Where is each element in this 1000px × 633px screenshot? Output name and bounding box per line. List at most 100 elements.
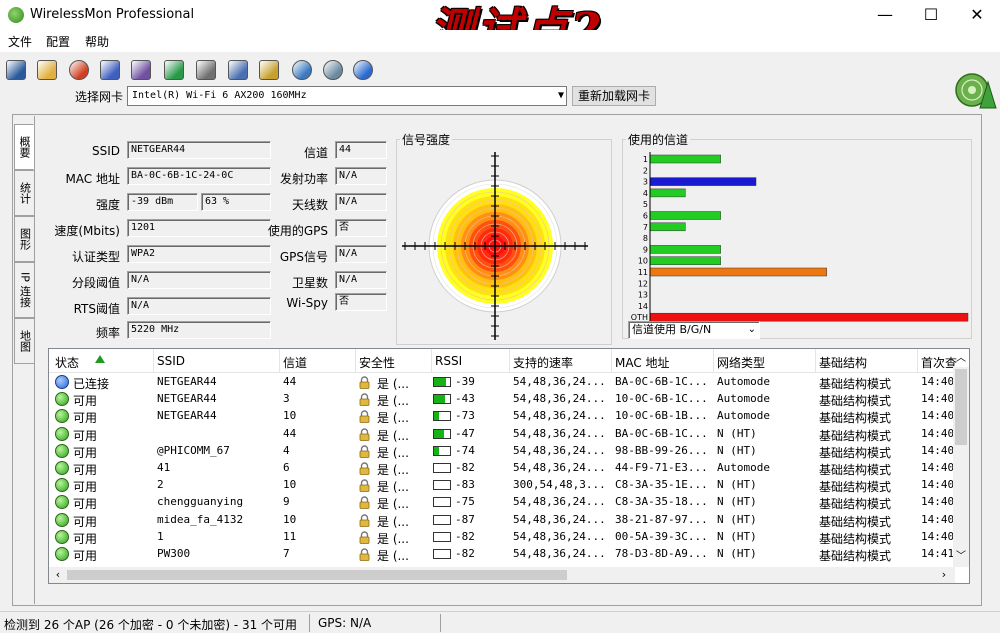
- adapter-select[interactable]: Intel(R) Wi-Fi 6 AX200 160MHz ▼: [127, 86, 567, 106]
- table-row[interactable]: 可用 2 10 是 (... -83 300,54,48,3... C8-3A-35-1E.…: [49, 477, 959, 494]
- infrastructure-cell: 基础结构模式: [819, 428, 892, 443]
- chevron-down-icon[interactable]: ⌄: [748, 322, 756, 338]
- status-cell: 可用: [73, 428, 98, 443]
- first-seen-cell: 14:40:: [921, 409, 957, 423]
- print-icon[interactable]: [193, 57, 219, 83]
- column-divider[interactable]: [279, 349, 280, 373]
- column-header[interactable]: 网络类型: [717, 354, 765, 371]
- txpower-label: 发射功率: [279, 172, 328, 186]
- security-cell: 是 (...: [377, 394, 409, 409]
- menu-file[interactable]: 文件: [8, 33, 32, 50]
- network-alt-icon: [131, 60, 151, 80]
- network-type-cell: Automode: [717, 375, 770, 388]
- mac-cell: BA-0C-6B-1C...: [615, 426, 708, 440]
- play-icon[interactable]: [161, 57, 187, 83]
- menu-config[interactable]: 配置: [46, 33, 70, 50]
- save-icon[interactable]: [3, 57, 29, 83]
- table-row[interactable]: 可用 1 11 是 (... -82 54,48,36,24... 00-5A-39-3C.…: [49, 529, 959, 546]
- network-type-cell: Automode: [717, 409, 770, 423]
- help-icon[interactable]: [350, 57, 376, 83]
- horizontal-scroll-thumb[interactable]: [67, 570, 567, 580]
- table-row[interactable]: 已连接 NETGEAR44 44 是 (... -39 54,48,36,24... BA-…: [49, 374, 959, 391]
- column-divider[interactable]: [153, 349, 154, 373]
- channel-tick-label: 9: [643, 245, 648, 254]
- wirelessmon-app-icon: [8, 7, 24, 23]
- column-header[interactable]: 首次查: [921, 354, 957, 371]
- channels-bar-chart: 1234567891011121314OTH: [631, 152, 969, 322]
- chevron-down-icon[interactable]: ▼: [558, 87, 564, 105]
- column-divider[interactable]: [713, 349, 714, 373]
- column-divider[interactable]: [611, 349, 612, 373]
- channel-tick-label: 2: [643, 166, 648, 175]
- status-cell: 可用: [73, 531, 98, 546]
- table-row[interactable]: 可用 41 6 是 (... -82 54,48,36,24... 44-F9-71-E3.…: [49, 460, 959, 477]
- checklist-icon[interactable]: [225, 57, 251, 83]
- mac-cell: 00-5A-39-3C...: [615, 529, 708, 543]
- horizontal-scrollbar[interactable]: ‹ ›: [49, 567, 955, 583]
- available-status-icon: [55, 495, 69, 510]
- status-cell: 可用: [73, 445, 98, 460]
- open-folder-icon: [37, 60, 57, 80]
- reload-adapter-button[interactable]: 重新加载网卡: [572, 86, 656, 106]
- scroll-up-icon[interactable]: ︿: [953, 351, 969, 367]
- scroll-right-icon[interactable]: ›: [937, 567, 951, 583]
- table-row[interactable]: 可用 44 是 (... -47 54,48,36,24... BA-0C-6B-1C..…: [49, 426, 959, 443]
- column-divider[interactable]: [917, 349, 918, 373]
- channel-cell: 10: [283, 478, 297, 492]
- rssi-meter: [433, 394, 451, 405]
- table-row[interactable]: 可用 NETGEAR44 10 是 (... -73 54,48,36,24... 10-0…: [49, 408, 959, 425]
- column-divider[interactable]: [355, 349, 356, 373]
- column-header[interactable]: 支持的速率: [513, 354, 573, 371]
- maximize-button[interactable]: ☐: [908, 0, 954, 30]
- channel-tick-label: 11: [638, 268, 648, 277]
- vertical-scroll-thumb[interactable]: [955, 369, 967, 445]
- menu-help[interactable]: 帮助: [85, 33, 109, 50]
- ap-list[interactable]: 状态 SSID 信道 安全性 RSSI 支持的速率 MAC 地址 网络类型 基础结构 首次查 已连…: [48, 348, 970, 584]
- infrastructure-cell: 基础结构模式: [819, 497, 892, 512]
- column-header[interactable]: RSSI: [435, 354, 462, 368]
- wispy-label: Wi-Spy: [286, 296, 328, 310]
- close-button[interactable]: ✕: [954, 0, 1000, 30]
- table-row[interactable]: 可用 @PHICOMM_67 4 是 (... -74 54,48,36,24... 98-…: [49, 443, 959, 460]
- ssid-cell: NETGEAR44: [157, 392, 217, 406]
- wirelessmon-logo-icon: [955, 73, 997, 109]
- channel-filter-select[interactable]: 信道使用 B/G/N ⌄: [628, 321, 760, 339]
- column-header[interactable]: 信道: [283, 354, 307, 371]
- table-row[interactable]: 可用 midea_fa_4132 10 是 (... -87 54,48,36,24...…: [49, 512, 959, 529]
- column-header[interactable]: MAC 地址: [615, 354, 670, 371]
- column-header[interactable]: 状态: [55, 354, 79, 371]
- clipboard-icon[interactable]: [256, 57, 282, 83]
- record-icon[interactable]: [66, 57, 92, 83]
- rates-cell: 54,48,36,24...: [513, 426, 606, 440]
- network-alt-icon[interactable]: [128, 57, 154, 83]
- channel-cell: 4: [283, 443, 290, 457]
- vertical-scrollbar[interactable]: ︿ ﹀: [953, 353, 969, 567]
- column-header[interactable]: SSID: [157, 354, 185, 368]
- column-divider[interactable]: [815, 349, 816, 373]
- column-header[interactable]: 安全性: [359, 354, 395, 371]
- globe-icon[interactable]: [289, 57, 315, 83]
- first-seen-cell: 14:40:: [921, 375, 957, 388]
- chat-icon[interactable]: [320, 57, 346, 83]
- play-icon: [164, 60, 184, 80]
- table-row[interactable]: 可用 chengguanying 9 是 (... -75 54,48,36,24... C…: [49, 494, 959, 511]
- channel-tick-label: 12: [638, 279, 648, 288]
- channel-bar: [649, 188, 686, 198]
- strength-label: 强度: [95, 198, 120, 212]
- channel-field: 44: [335, 141, 387, 159]
- network-icon[interactable]: [97, 57, 123, 83]
- ssid-cell: chengguanying: [157, 495, 244, 509]
- table-row[interactable]: 可用 PW300 7 是 (... -82 54,48,36,24... 78-D3-8D-…: [49, 546, 959, 563]
- scroll-left-icon[interactable]: ‹: [51, 567, 65, 583]
- column-divider[interactable]: [509, 349, 510, 373]
- open-folder-icon[interactable]: [34, 57, 60, 83]
- column-divider[interactable]: [431, 349, 432, 373]
- sort-ascending-icon[interactable]: [95, 355, 105, 363]
- network-type-cell: N (HT): [717, 512, 757, 526]
- scroll-down-icon[interactable]: ﹀: [953, 549, 969, 565]
- column-header[interactable]: 基础结构: [819, 354, 867, 371]
- minimize-button[interactable]: —: [862, 0, 908, 30]
- infrastructure-cell: 基础结构模式: [819, 411, 892, 426]
- rssi-cell: -73: [455, 409, 475, 423]
- table-row[interactable]: 可用 NETGEAR44 3 是 (... -43 54,48,36,24... 10-0C…: [49, 391, 959, 408]
